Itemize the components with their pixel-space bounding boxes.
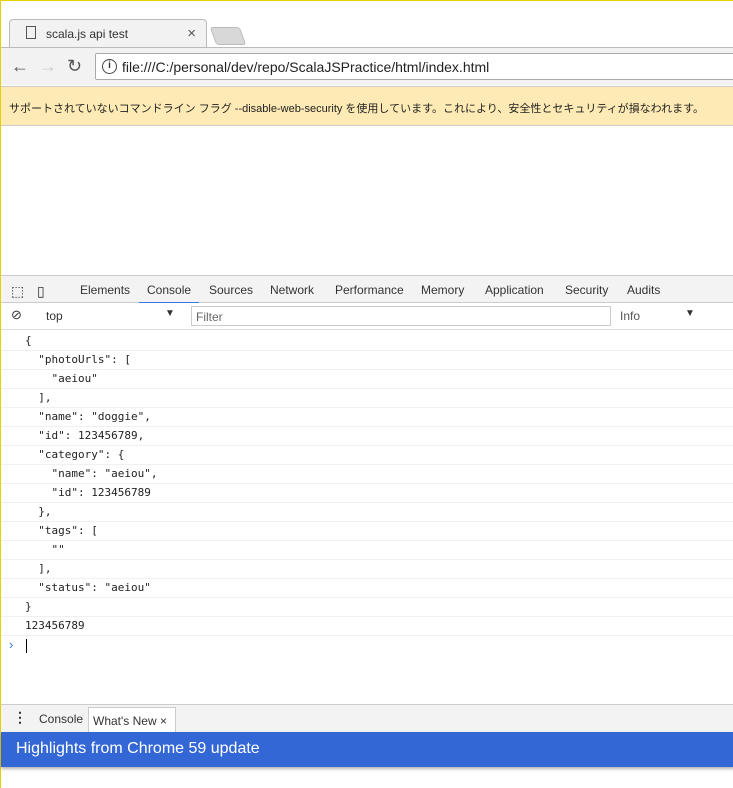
console-line: "tags": [ bbox=[1, 522, 733, 541]
tab-memory[interactable]: Memory bbox=[421, 283, 464, 297]
drawer-tab-label: What's New bbox=[93, 714, 157, 728]
tab-elements[interactable]: Elements bbox=[80, 283, 130, 297]
infobar-message: サポートされていないコマンドライン フラグ --disable-web-secu… bbox=[9, 103, 705, 115]
filter-input[interactable]: Filter bbox=[191, 306, 611, 326]
console-line: ], bbox=[1, 560, 733, 579]
back-icon[interactable]: ← bbox=[11, 56, 29, 77]
log-level-select[interactable]: Info bbox=[620, 309, 640, 323]
new-tab-button[interactable] bbox=[209, 27, 247, 45]
console-line: "id": 123456789 bbox=[1, 484, 733, 503]
whats-new-banner: Highlights from Chrome 59 update bbox=[1, 732, 733, 767]
drawer-tab-console[interactable]: Console bbox=[39, 712, 83, 726]
chevron-down-icon[interactable]: ▼ bbox=[685, 308, 695, 319]
clear-console-icon[interactable]: ⊘ bbox=[11, 307, 22, 323]
document-icon bbox=[26, 26, 36, 39]
console-line: "photoUrls": [ bbox=[1, 351, 733, 370]
console-line: "aeiou" bbox=[1, 370, 733, 389]
forward-icon[interactable]: → bbox=[39, 56, 57, 77]
tab-application[interactable]: Application bbox=[485, 283, 544, 297]
tab-sources[interactable]: Sources bbox=[209, 283, 253, 297]
tab-performance[interactable]: Performance bbox=[335, 283, 404, 297]
console-line: 123456789 bbox=[1, 617, 733, 636]
tab-strip: scala.js api test × bbox=[1, 1, 733, 48]
tab-title: scala.js api test bbox=[46, 27, 129, 41]
console-toolbar: ⊘ top ▼ Filter Info ▼ bbox=[1, 303, 733, 330]
close-icon[interactable]: × bbox=[160, 714, 167, 728]
more-options-icon[interactable]: ⋮ bbox=[13, 709, 27, 726]
close-tab-icon[interactable]: × bbox=[187, 25, 196, 42]
info-icon[interactable]: i bbox=[102, 59, 117, 74]
console-line: "" bbox=[1, 541, 733, 560]
console-line: ], bbox=[1, 389, 733, 408]
console-line: "name": "doggie", bbox=[1, 408, 733, 427]
chevron-down-icon[interactable]: ▼ bbox=[165, 308, 175, 319]
drawer-tab-whats-new[interactable]: What's New × bbox=[88, 707, 176, 733]
browser-tab[interactable]: scala.js api test × bbox=[9, 19, 207, 48]
devtools-tabbar: ⬚ ▯ Elements Console Sources Network Per… bbox=[1, 275, 733, 304]
warning-infobar: サポートされていないコマンドライン フラグ --disable-web-secu… bbox=[1, 86, 733, 126]
tab-console[interactable]: Console bbox=[139, 283, 200, 304]
console-line: "id": 123456789, bbox=[1, 427, 733, 446]
tab-audits[interactable]: Audits bbox=[627, 283, 660, 297]
console-input[interactable] bbox=[26, 639, 27, 653]
console-line: "category": { bbox=[1, 446, 733, 465]
prompt-chevron-icon: › bbox=[9, 637, 14, 652]
console-line: } bbox=[1, 598, 733, 617]
browser-toolbar: ← → ↻ i file:///C:/personal/dev/repo/Sca… bbox=[1, 47, 733, 85]
device-toolbar-icon[interactable]: ▯ bbox=[37, 283, 45, 300]
console-output: { "photoUrls": [ "aeiou" ], "name": "dog… bbox=[1, 332, 733, 636]
reload-icon[interactable]: ↻ bbox=[67, 56, 82, 77]
url-text: file:///C:/personal/dev/repo/ScalaJSPrac… bbox=[122, 59, 490, 75]
console-line: { bbox=[1, 332, 733, 351]
inspect-element-icon[interactable]: ⬚ bbox=[11, 283, 24, 300]
drawer-tabbar: ⋮ Console What's New × bbox=[1, 704, 733, 733]
address-bar[interactable]: i file:///C:/personal/dev/repo/ScalaJSPr… bbox=[95, 53, 733, 80]
console-line: "status": "aeiou" bbox=[1, 579, 733, 598]
console-line: }, bbox=[1, 503, 733, 522]
console-line: "name": "aeiou", bbox=[1, 465, 733, 484]
tab-network[interactable]: Network bbox=[270, 283, 314, 297]
context-select[interactable]: top bbox=[46, 309, 63, 323]
tab-security[interactable]: Security bbox=[565, 283, 608, 297]
